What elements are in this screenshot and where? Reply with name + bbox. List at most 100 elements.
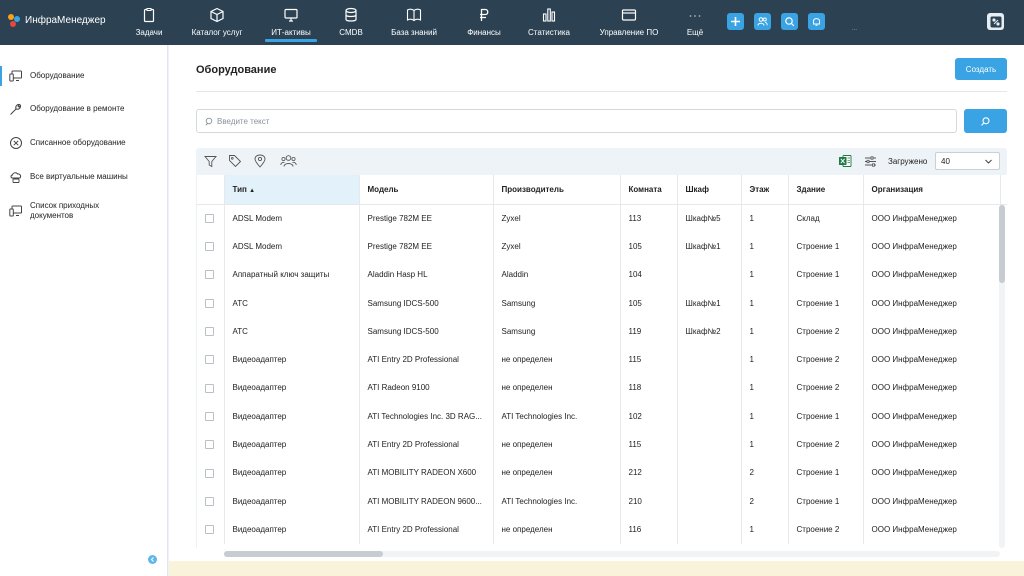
cell-floor: 1	[741, 515, 789, 544]
row-checkbox[interactable]	[205, 242, 214, 252]
row-checkbox[interactable]	[205, 525, 214, 535]
row-checkbox[interactable]	[205, 214, 214, 224]
nav-software-management[interactable]: Управление ПО	[594, 0, 664, 45]
cell-type: АТС	[224, 317, 360, 346]
cell-type: АТС	[224, 288, 360, 318]
header-checkbox-cell	[197, 175, 225, 205]
sidebar-item-equipment[interactable]: Оборудование	[0, 63, 168, 89]
table-row[interactable]: Видеоадаптер ATI Entry 2D Professional не …	[197, 345, 1007, 374]
cell-model: ATI Entry 2D Professional	[359, 515, 494, 544]
nav-service-catalog[interactable]: Каталог услуг	[186, 0, 248, 45]
column-header-floor[interactable]: Этаж	[741, 175, 789, 205]
table-row[interactable]: ADSL Modem Prestige 782M EE Zyxel 113 Шкаф№5…	[197, 204, 1007, 233]
row-checkbox-cell	[197, 232, 225, 261]
row-checkbox[interactable]	[205, 440, 214, 450]
search-icon	[981, 116, 990, 126]
search-input[interactable]	[217, 116, 917, 126]
sidebar-item-decommissioned[interactable]: Списанное оборудование	[0, 130, 168, 156]
nav-cmdb[interactable]: CMDB	[334, 0, 368, 45]
add-button[interactable]	[727, 13, 744, 30]
column-header-room[interactable]: Комната	[620, 175, 678, 205]
tags-button[interactable]	[227, 153, 243, 169]
filter-button[interactable]	[202, 153, 218, 169]
cell-floor: 1	[741, 317, 789, 346]
app-switcher-button[interactable]	[987, 13, 1004, 30]
global-search-button[interactable]	[781, 13, 798, 30]
table-row[interactable]: Видеоадаптер ATI Entry 2D Professional не …	[197, 430, 1007, 459]
table-row[interactable]: Видеоадаптер ATI Technologies Inc. 3D RAG…	[197, 402, 1007, 431]
monitor-icon	[284, 8, 298, 22]
row-checkbox[interactable]	[205, 270, 214, 280]
create-button[interactable]: Создать	[955, 58, 1007, 80]
column-header-manufacturer[interactable]: Производитель	[493, 175, 621, 205]
cell-model: Samsung IDCS-500	[359, 317, 494, 346]
nav-tasks[interactable]: Задачи	[128, 0, 170, 45]
column-header-organization[interactable]: Организация	[863, 175, 1001, 205]
loaded-count-select[interactable]: 40	[935, 152, 1000, 170]
sliders-icon	[864, 155, 876, 167]
table-row[interactable]: Аппаратный ключ защиты Aladdin Hasp HL Ala…	[197, 260, 1007, 289]
sidebar-item-virtual-machines[interactable]: Все виртуальные машины	[0, 164, 168, 190]
row-checkbox-cell	[197, 260, 225, 289]
row-checkbox[interactable]	[205, 496, 214, 506]
row-checkbox[interactable]	[205, 411, 214, 421]
nav-knowledge-base[interactable]: База знаний	[387, 0, 441, 45]
sidebar-item-label: Оборудование в ремонте	[30, 104, 125, 113]
row-checkbox[interactable]	[205, 298, 214, 308]
row-checkbox[interactable]	[205, 468, 214, 478]
column-header-next[interactable]: С	[1000, 175, 1007, 205]
sidebar-collapse-button[interactable]	[148, 555, 157, 564]
cell-manufacturer: не определен	[493, 515, 621, 544]
table-row[interactable]: Видеоадаптер ATI MOBILITY RADEON X600 не о…	[197, 458, 1007, 487]
table-row[interactable]: Видеоадаптер ATI Radeon 9100 не определен 1…	[197, 373, 1007, 403]
book-icon	[406, 8, 422, 22]
nav-more[interactable]: Ещё	[681, 0, 709, 45]
row-checkbox[interactable]	[205, 355, 214, 365]
users-icon	[757, 17, 768, 26]
vertical-scroll-thumb[interactable]	[999, 205, 1005, 283]
top-navigation-bar: ИнфраМенеджер Задачи Каталог услуг ИТ-ак…	[0, 0, 1024, 45]
cell-organization: ООО ИнфраМенеджер	[863, 288, 1001, 318]
cell-type: Аппаратный ключ защиты	[224, 260, 360, 289]
table-row[interactable]: АТС Samsung IDCS-500 Samsung 105 Шкаф№1 1 Стро…	[197, 288, 1007, 318]
users-button[interactable]	[754, 13, 771, 30]
cell-type: Видеоадаптер	[224, 345, 360, 374]
app-logo[interactable]: ИнфраМенеджер	[8, 14, 106, 27]
users-group-icon	[279, 155, 297, 167]
users-filter-button[interactable]	[278, 153, 298, 169]
nav-it-assets[interactable]: ИТ-активы	[265, 0, 317, 45]
column-header-building[interactable]: Здание	[788, 175, 864, 205]
horizontal-scroll-thumb[interactable]	[224, 551, 383, 557]
sidebar-item-label: Список приходных документов	[30, 201, 100, 220]
sidebar-item-equipment-in-repair[interactable]: Оборудование в ремонте	[0, 96, 168, 122]
row-checkbox[interactable]	[205, 383, 214, 393]
wrench-icon	[10, 103, 22, 115]
window-icon	[621, 9, 637, 21]
sidebar-item-receipt-documents[interactable]: Список приходных документов	[0, 197, 168, 225]
cell-room: 102	[620, 402, 678, 431]
location-button[interactable]	[252, 153, 268, 169]
cell-manufacturer: не определен	[493, 345, 621, 374]
user-menu-more[interactable]: ...	[852, 26, 857, 32]
table-row[interactable]: АТС Samsung IDCS-500 Samsung 119 Шкаф№2 1 Стро…	[197, 317, 1007, 346]
column-header-cabinet[interactable]: Шкаф	[677, 175, 742, 205]
table-row[interactable]: Видеоадаптер ATI Entry 2D Professional не …	[197, 515, 1007, 544]
table-row[interactable]: Видеоадаптер ATI MOBILITY RADEON 9600... A…	[197, 486, 1007, 516]
export-excel-button[interactable]	[837, 153, 853, 169]
column-header-model[interactable]: Модель	[359, 175, 494, 205]
search-submit-button[interactable]	[964, 109, 1007, 133]
table-row[interactable]: ADSL Modem Prestige 782M EE Zyxel 105 Шкаф№1…	[197, 232, 1007, 261]
vertical-scrollbar[interactable]	[999, 205, 1005, 548]
cell-floor: 2	[741, 486, 789, 516]
horizontal-scrollbar[interactable]	[224, 551, 1000, 557]
cell-organization: ООО ИнфраМенеджер	[863, 345, 1001, 374]
row-checkbox[interactable]	[205, 327, 214, 337]
column-settings-button[interactable]	[862, 153, 878, 169]
cell-cabinet: Шкаф№1	[677, 232, 742, 261]
column-header-type[interactable]: Тип ▲	[224, 175, 360, 205]
cell-cabinet: Шкаф№2	[677, 317, 742, 346]
nav-finance[interactable]: Финансы	[462, 0, 506, 45]
nav-statistics[interactable]: Статистика	[523, 0, 575, 45]
cell-cabinet	[677, 345, 742, 374]
notifications-button[interactable]	[808, 13, 825, 30]
